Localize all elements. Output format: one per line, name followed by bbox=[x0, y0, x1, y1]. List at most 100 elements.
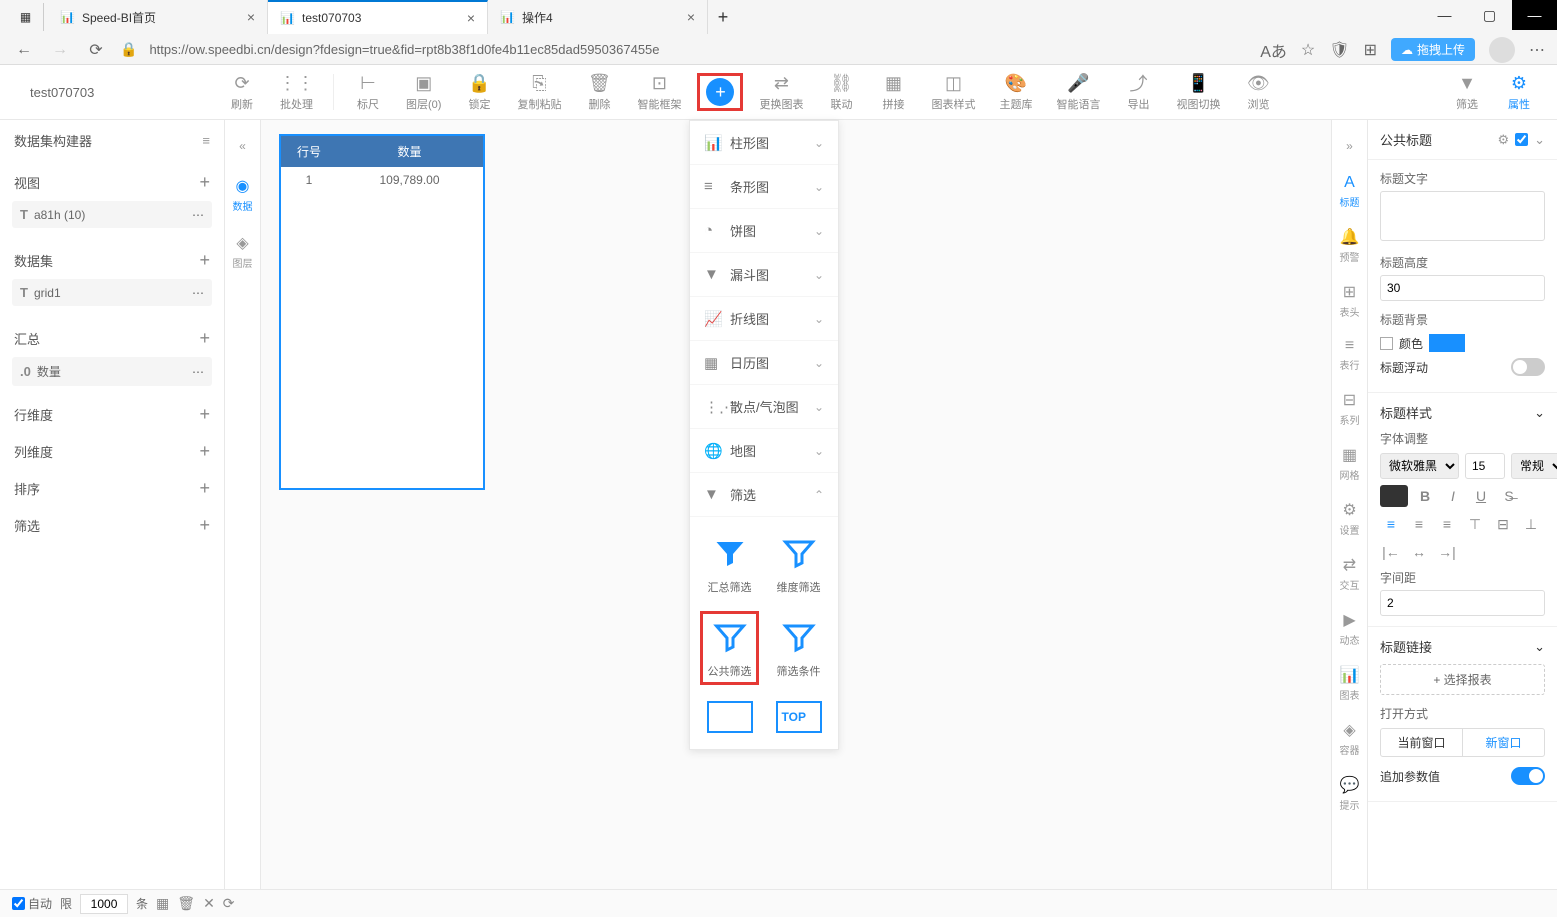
more-icon[interactable]: ⋯ bbox=[192, 286, 204, 300]
open-mode-toggle[interactable]: 当前窗口 新窗口 bbox=[1380, 728, 1545, 757]
toolbar-chartstyle[interactable]: ◫图表样式 bbox=[923, 68, 983, 116]
menu-item-line[interactable]: 📈折线图⌄ bbox=[690, 297, 838, 341]
reader-icon[interactable]: Aあ bbox=[1260, 38, 1287, 62]
view-item[interactable]: Ta81h (10) ⋯ bbox=[12, 201, 212, 228]
back-button[interactable]: ← bbox=[12, 38, 36, 62]
select-report-button[interactable]: + 选择报表 bbox=[1380, 664, 1545, 695]
browser-tab-0[interactable]: 📊 Speed-BI首页 × bbox=[48, 0, 268, 34]
add-button[interactable]: + bbox=[199, 515, 210, 536]
rail-layer[interactable]: ◈图层 bbox=[229, 229, 257, 274]
indent-left-button[interactable]: |← bbox=[1380, 541, 1402, 563]
toolbar-filter[interactable]: ▼筛选 bbox=[1445, 68, 1489, 116]
add-button[interactable]: + bbox=[199, 478, 210, 499]
table-widget[interactable]: 行号 数量 1 109,789.00 bbox=[279, 134, 485, 490]
trash-icon[interactable]: 🗑 bbox=[177, 895, 195, 912]
rail-dynamic[interactable]: ▶动态 bbox=[1336, 606, 1364, 651]
rail-setting[interactable]: ⚙设置 bbox=[1336, 496, 1364, 541]
append-param-toggle[interactable] bbox=[1511, 767, 1545, 785]
color-checkbox[interactable] bbox=[1380, 337, 1393, 350]
toolbar-lock[interactable]: 🔒锁定 bbox=[457, 68, 501, 116]
rail-interact[interactable]: ⇄交互 bbox=[1336, 551, 1364, 596]
toolbar-batch[interactable]: ⋮⋮批处理 bbox=[272, 68, 321, 116]
filter-box1[interactable] bbox=[700, 695, 759, 739]
toolbar-changechart[interactable]: ⇄更换图表 bbox=[751, 68, 811, 116]
toolbar-export[interactable]: ⤴导出 bbox=[1116, 68, 1160, 116]
title-text-input[interactable] bbox=[1380, 191, 1545, 241]
menu-item-hbar[interactable]: ≡条形图⌄ bbox=[690, 165, 838, 209]
toolbar-linkage[interactable]: ⛓联动 bbox=[819, 68, 863, 116]
align-right-button[interactable]: ≡ bbox=[1436, 513, 1458, 535]
underline-button[interactable]: U bbox=[1470, 485, 1492, 507]
grid-icon[interactable]: ▦ bbox=[156, 895, 169, 912]
rail-image[interactable]: 📊图表 bbox=[1336, 661, 1364, 706]
toolbar-viewswitch[interactable]: 📱视图切换 bbox=[1168, 68, 1228, 116]
chevron-icon[interactable]: ⌄ bbox=[1534, 639, 1545, 655]
address-url[interactable]: https://ow.speedbi.cn/design?fdesign=tru… bbox=[149, 42, 1248, 57]
more-icon[interactable]: ⋯ bbox=[1529, 40, 1545, 60]
extension-icon[interactable]: ⊞ bbox=[1364, 40, 1377, 60]
menu-item-funnel[interactable]: ▼漏斗图⌄ bbox=[690, 253, 838, 297]
filter-public[interactable]: 公共筛选 bbox=[700, 611, 759, 685]
toolbar-theme[interactable]: 🎨主题库 bbox=[991, 68, 1040, 116]
auto-check[interactable]: 自动 bbox=[12, 895, 52, 912]
toolbar-add[interactable]: + bbox=[697, 73, 743, 111]
rail-series[interactable]: ⊟系列 bbox=[1336, 386, 1364, 431]
float-toggle[interactable] bbox=[1511, 358, 1545, 376]
valign-top-button[interactable]: ⊤ bbox=[1464, 513, 1486, 535]
upload-button[interactable]: ☁ 拖拽上传 bbox=[1391, 38, 1475, 61]
minimize-button[interactable]: — bbox=[1422, 0, 1467, 30]
letter-spacing-input[interactable] bbox=[1380, 590, 1545, 616]
expand-button[interactable]: » bbox=[1336, 132, 1364, 160]
valign-mid-button[interactable]: ⊟ bbox=[1492, 513, 1514, 535]
refresh-button[interactable]: ⟳ bbox=[84, 38, 108, 62]
gear-icon[interactable]: ⚙ bbox=[1497, 132, 1509, 148]
strike-button[interactable]: S̶ bbox=[1498, 485, 1520, 507]
filter-dimension[interactable]: 维度筛选 bbox=[769, 527, 828, 601]
limit-input[interactable] bbox=[80, 894, 128, 914]
color-swatch[interactable] bbox=[1429, 334, 1465, 352]
settings-icon[interactable]: ≡ bbox=[202, 133, 210, 148]
close-icon[interactable]: × bbox=[467, 10, 475, 26]
valign-bot-button[interactable]: ⊥ bbox=[1520, 513, 1542, 535]
rail-alert[interactable]: 🔔预警 bbox=[1336, 223, 1364, 268]
toolbar-preview[interactable]: 👁浏览 bbox=[1236, 68, 1280, 116]
open-current[interactable]: 当前窗口 bbox=[1381, 729, 1463, 756]
font-size-input[interactable] bbox=[1465, 453, 1505, 479]
add-button[interactable]: + bbox=[199, 404, 210, 425]
italic-button[interactable]: I bbox=[1442, 485, 1464, 507]
close-icon[interactable]: × bbox=[687, 9, 695, 25]
rail-data[interactable]: ◉数据 bbox=[229, 172, 257, 217]
more-icon[interactable]: ⋯ bbox=[192, 365, 204, 379]
refresh-icon[interactable]: ⟳ bbox=[223, 895, 235, 912]
toolbar-smartframe[interactable]: ⊡智能框架 bbox=[629, 68, 689, 116]
rail-container[interactable]: ◈容器 bbox=[1336, 716, 1364, 761]
browser-tab-2[interactable]: 📊 操作4 × bbox=[488, 0, 708, 34]
open-new[interactable]: 新窗口 bbox=[1463, 729, 1544, 756]
toolbar-props[interactable]: ⚙属性 bbox=[1497, 68, 1541, 116]
align-left-button[interactable]: ≡ bbox=[1380, 513, 1402, 535]
toolbar-refresh[interactable]: ⟳刷新 bbox=[220, 68, 264, 116]
rail-grid[interactable]: ▦网格 bbox=[1336, 441, 1364, 486]
toolbar-delete[interactable]: 🗑删除 bbox=[577, 68, 621, 116]
font-weight-select[interactable]: 常规 bbox=[1511, 453, 1557, 479]
title-height-input[interactable] bbox=[1380, 275, 1545, 301]
collapse-button[interactable]: « bbox=[229, 132, 257, 160]
browser-tab-1[interactable]: 📊 test070703 × bbox=[268, 0, 488, 34]
filter-condition[interactable]: 筛选条件 bbox=[769, 611, 828, 685]
tab-group-icon[interactable]: ▦ bbox=[8, 3, 44, 31]
chevron-icon[interactable]: ⌄ bbox=[1534, 405, 1545, 421]
enable-checkbox[interactable] bbox=[1515, 133, 1528, 146]
add-button[interactable]: + bbox=[199, 250, 210, 271]
rail-title[interactable]: A标题 bbox=[1336, 170, 1364, 213]
close-window-button[interactable]: — bbox=[1512, 0, 1557, 30]
rail-header[interactable]: ⊞表头 bbox=[1336, 278, 1364, 323]
color-button[interactable] bbox=[1380, 485, 1408, 507]
canvas-area[interactable]: 行号 数量 1 109,789.00 📊柱形图⌄ ≡条形图⌄ ◔饼图⌄ ▼漏斗图… bbox=[261, 120, 1331, 889]
avatar[interactable] bbox=[1489, 37, 1515, 63]
toolbar-copypaste[interactable]: ⎘复制粘贴 bbox=[509, 68, 569, 116]
new-tab-button[interactable]: + bbox=[708, 2, 738, 32]
add-button[interactable]: + bbox=[199, 172, 210, 193]
auto-checkbox[interactable] bbox=[12, 897, 25, 910]
add-button[interactable]: + bbox=[199, 441, 210, 462]
indent-right-button[interactable]: →| bbox=[1436, 541, 1458, 563]
